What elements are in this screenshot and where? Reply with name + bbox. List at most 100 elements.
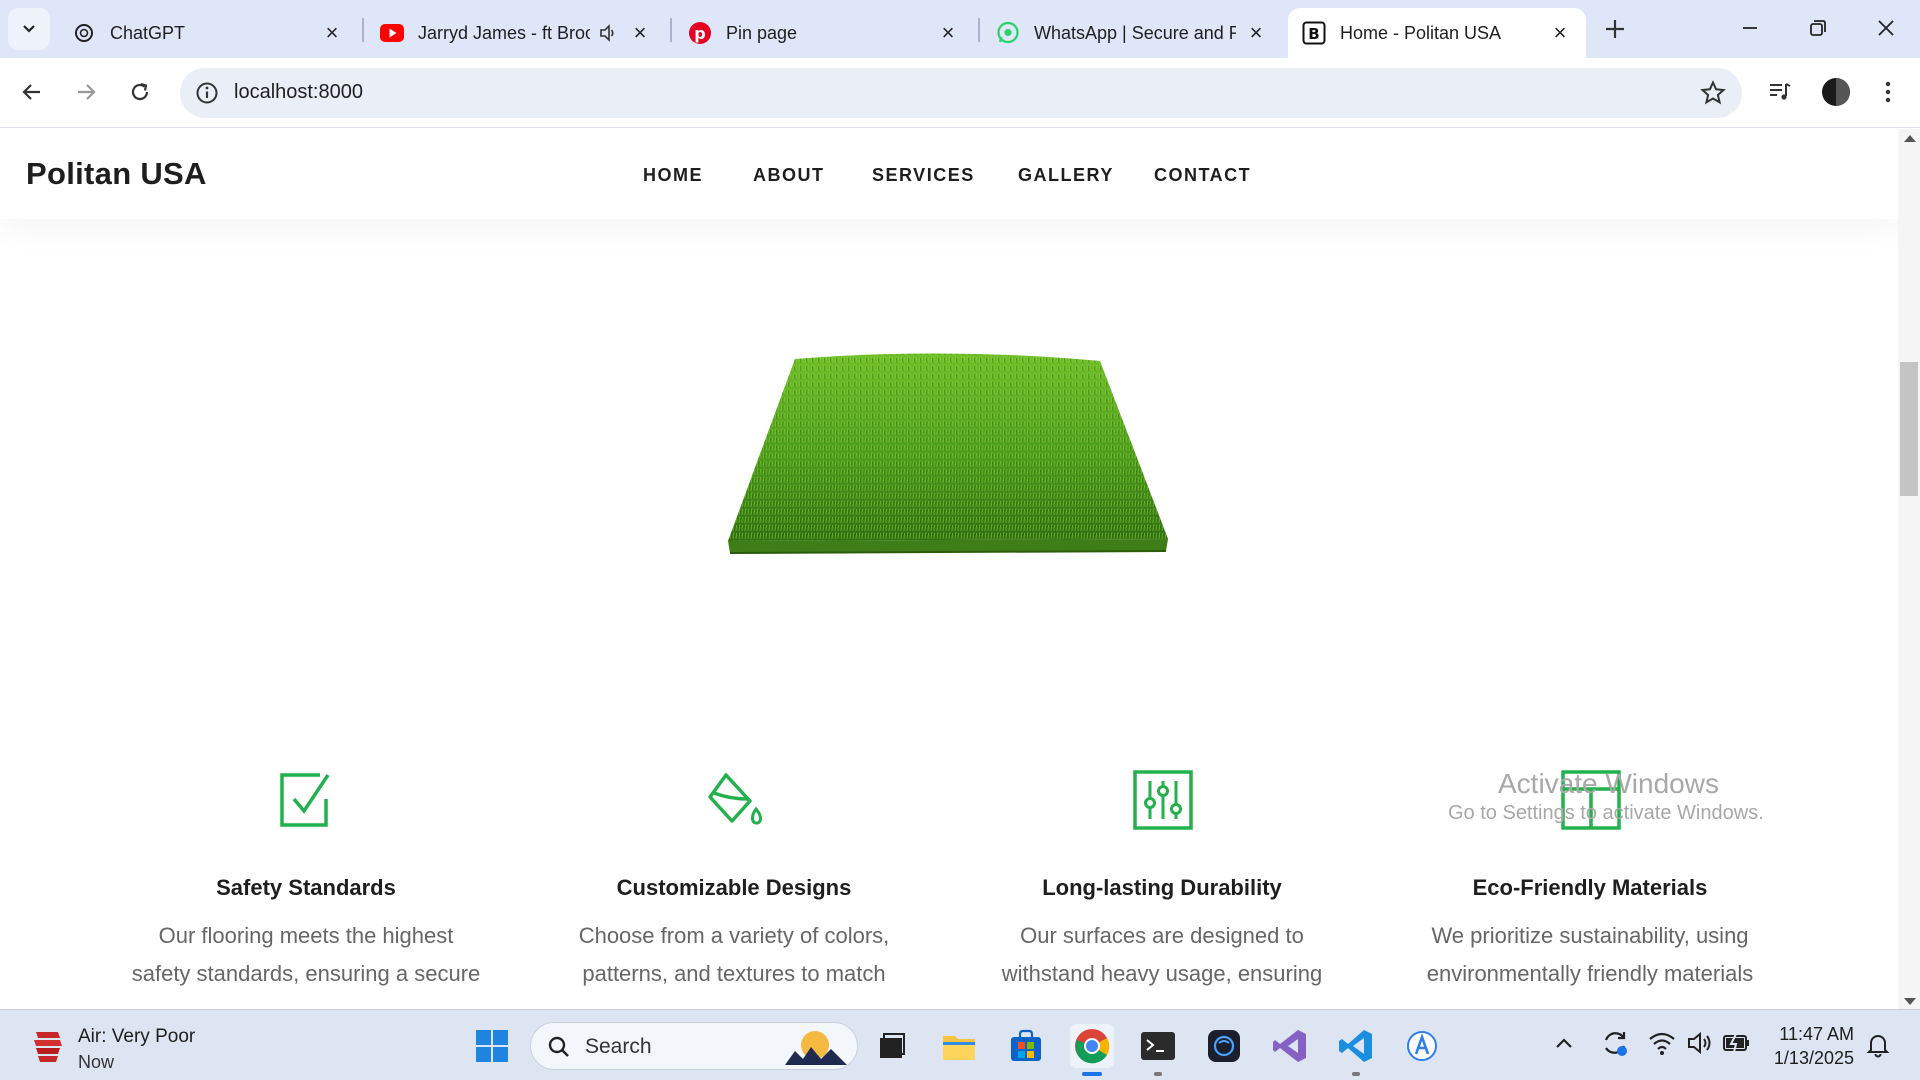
tab-youtube[interactable]: Jarryd James - ft Broo ×	[366, 8, 666, 58]
turf-image	[728, 353, 1168, 554]
site-info-icon[interactable]	[194, 80, 220, 106]
nav-gallery[interactable]: GALLERY	[1018, 165, 1114, 186]
feature-description: Our surfaces are designed to withstand h…	[1001, 923, 1323, 986]
feature-title: Customizable Designs	[616, 875, 852, 900]
new-tab-button[interactable]	[1598, 12, 1632, 46]
system-clock[interactable]: 11:47 AM 1/13/2025	[1766, 1022, 1854, 1070]
running-app-indicator	[1352, 1072, 1360, 1076]
nav-about[interactable]: ABOUT	[753, 165, 825, 186]
taskbar-file-explorer[interactable]	[937, 1024, 981, 1068]
start-button[interactable]	[470, 1024, 514, 1068]
search-highlight-icon	[785, 1031, 847, 1065]
windows-taskbar: Air: Very Poor Now Search 11:47 AM 1/13/…	[0, 1009, 1920, 1080]
sliders-icon	[1133, 770, 1193, 830]
tab-title: Jarryd James - ft Broo	[418, 22, 590, 43]
volume-icon[interactable]	[1686, 1030, 1714, 1056]
search-placeholder: Search	[585, 1035, 652, 1058]
wifi-icon[interactable]	[1648, 1030, 1676, 1056]
notification-bell-icon[interactable]	[1866, 1032, 1890, 1058]
taskbar-app-a[interactable]	[1400, 1024, 1444, 1068]
microsoft-store-icon	[1011, 1029, 1041, 1061]
visual-studio-icon	[1273, 1030, 1306, 1062]
url-text[interactable]: localhost:8000	[234, 81, 363, 104]
reload-icon	[131, 82, 149, 101]
site-brand[interactable]: Politan USA	[26, 156, 207, 192]
youtube-icon	[380, 21, 404, 45]
feature-title: Eco-Friendly Materials	[1472, 875, 1708, 900]
profile-avatar-button[interactable]	[1816, 72, 1856, 112]
taskbar-task-view[interactable]	[870, 1024, 914, 1068]
chevron-down-icon	[23, 25, 35, 33]
taskbar-search[interactable]: Search	[530, 1022, 858, 1070]
taskbar-store[interactable]	[1004, 1024, 1048, 1068]
sync-icon[interactable]	[1600, 1028, 1630, 1058]
address-bar[interactable]: localhost:8000	[180, 68, 1742, 118]
close-tab-icon[interactable]: ×	[1548, 20, 1572, 45]
restore-icon	[1810, 20, 1826, 36]
obs-app-icon	[1208, 1030, 1240, 1062]
tab-whatsapp[interactable]: WhatsApp | Secure and R ×	[982, 8, 1282, 58]
scroll-up-arrow-icon[interactable]	[1904, 135, 1916, 142]
more-vertical-icon	[1885, 81, 1891, 103]
close-icon	[1878, 20, 1894, 36]
tab-title: ChatGPT	[110, 22, 186, 43]
feature-description: We prioritize sustainability, using envi…	[1426, 923, 1754, 986]
speaker-icon[interactable]	[596, 21, 620, 45]
close-window-button[interactable]	[1858, 8, 1914, 48]
close-tab-icon[interactable]: ×	[628, 20, 652, 45]
tab-title: Pin page	[726, 22, 798, 43]
media-controls-button[interactable]	[1760, 72, 1800, 112]
arrow-left-icon	[22, 84, 40, 100]
close-tab-icon[interactable]: ×	[936, 20, 960, 45]
feature-title: Safety Standards	[216, 875, 396, 900]
tab-separator	[670, 18, 672, 42]
battery-charging-icon[interactable]	[1722, 1032, 1752, 1054]
browser-menu-button[interactable]	[1868, 72, 1908, 112]
weather-subtitle: Now	[78, 1052, 115, 1072]
taskbar-vscode[interactable]	[1334, 1024, 1378, 1076]
browser-toolbar: localhost:8000	[0, 58, 1920, 128]
weather-title: Air: Very Poor	[78, 1026, 196, 1047]
whatsapp-icon	[996, 21, 1020, 45]
nav-services[interactable]: SERVICES	[872, 165, 975, 186]
page-scrollbar[interactable]	[1898, 129, 1920, 1009]
chrome-icon	[1075, 1029, 1110, 1064]
taskbar-visual-studio[interactable]	[1268, 1024, 1312, 1068]
feature-description: Our flooring meets the highest safety st…	[131, 923, 481, 986]
tab-search-button[interactable]	[8, 8, 50, 50]
feature-description: Choose from a variety of colors, pattern…	[578, 923, 890, 986]
minimize-button[interactable]	[1722, 8, 1778, 48]
watermark-title: Activate Windows	[1498, 768, 1719, 799]
back-button[interactable]	[12, 72, 52, 112]
scroll-down-arrow-icon[interactable]	[1904, 998, 1916, 1005]
reload-button[interactable]	[120, 72, 160, 112]
chevron-up-icon[interactable]	[1554, 1036, 1574, 1050]
tab-title: WhatsApp | Secure and R	[1034, 22, 1236, 43]
tab-politan-active[interactable]: B Home - Politan USA ×	[1288, 8, 1586, 58]
taskbar-terminal[interactable]	[1136, 1024, 1180, 1076]
tab-pinterest[interactable]: p Pin page ×	[674, 8, 974, 58]
nav-contact[interactable]: CONTACT	[1154, 165, 1251, 186]
bookmark-star-icon[interactable]	[1700, 80, 1726, 106]
tab-title: Home - Politan USA	[1340, 22, 1502, 43]
taskbar-chrome[interactable]	[1070, 1024, 1114, 1076]
close-tab-icon[interactable]: ×	[1244, 20, 1268, 45]
nav-home[interactable]: HOME	[643, 165, 703, 186]
chatgpt-icon	[72, 21, 96, 45]
scrollbar-thumb[interactable]	[1900, 362, 1918, 496]
taskbar-obs[interactable]	[1202, 1024, 1246, 1068]
activate-windows-watermark: Activate Windows Go to Settings to activ…	[1448, 768, 1764, 825]
restore-button[interactable]	[1790, 8, 1846, 48]
close-tab-icon[interactable]: ×	[320, 20, 344, 45]
tab-strip: ChatGPT × Jarryd James - ft Broo × p Pin…	[0, 0, 1920, 58]
tab-chatgpt[interactable]: ChatGPT ×	[58, 8, 358, 58]
svg-text:B: B	[1308, 25, 1319, 43]
search-icon	[548, 1036, 569, 1057]
folder-icon	[943, 1036, 975, 1060]
forward-button[interactable]	[66, 72, 106, 112]
clock-time: 11:47 AM	[1779, 1024, 1854, 1044]
plus-icon	[1606, 20, 1624, 38]
task-view-icon	[880, 1033, 905, 1058]
feature-title: Long-lasting Durability	[1042, 875, 1282, 900]
arrow-right-icon	[78, 84, 96, 100]
